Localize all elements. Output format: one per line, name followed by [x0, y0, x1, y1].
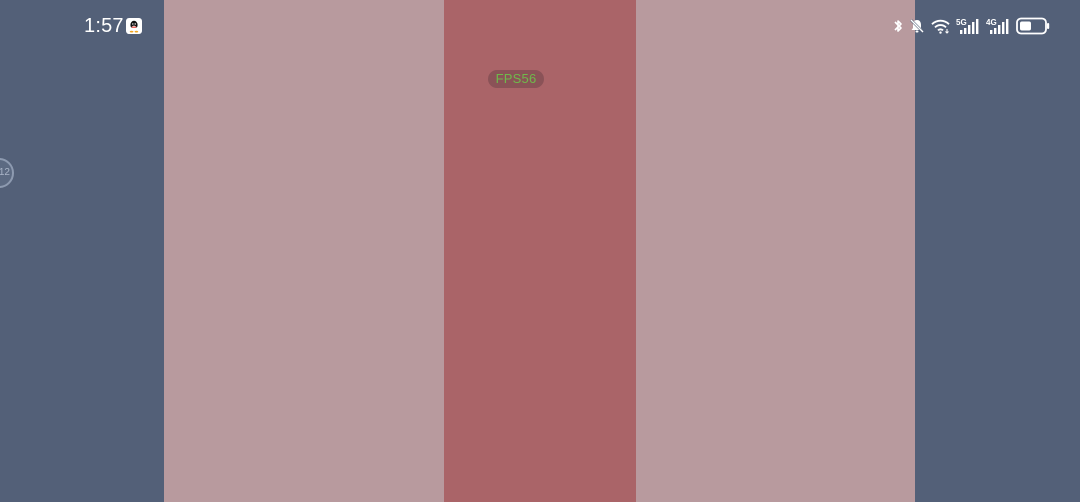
- status-bar: 1:57 5G 4G: [0, 0, 1080, 52]
- floating-edge-button-label: 12: [0, 167, 10, 178]
- qq-icon: [126, 18, 142, 34]
- fps-counter: FPS56: [488, 70, 544, 88]
- status-icons: 5G 4G: [887, 16, 1050, 36]
- battery-icon: [1016, 17, 1050, 35]
- signal-5g-label: 5G: [956, 18, 967, 27]
- floating-edge-button[interactable]: 12: [0, 158, 14, 188]
- signal-5g-icon: 5G: [956, 18, 979, 34]
- signal-4g-label: 4G: [986, 18, 997, 27]
- status-time: 1:57: [84, 15, 124, 37]
- bluetooth-icon: [894, 20, 902, 32]
- left-pink-panel: [164, 0, 444, 502]
- bell-muted-icon: [910, 19, 924, 33]
- signal-4g-icon: 4G: [986, 18, 1009, 34]
- wifi-icon: [931, 19, 950, 34]
- right-pink-panel: [636, 0, 915, 502]
